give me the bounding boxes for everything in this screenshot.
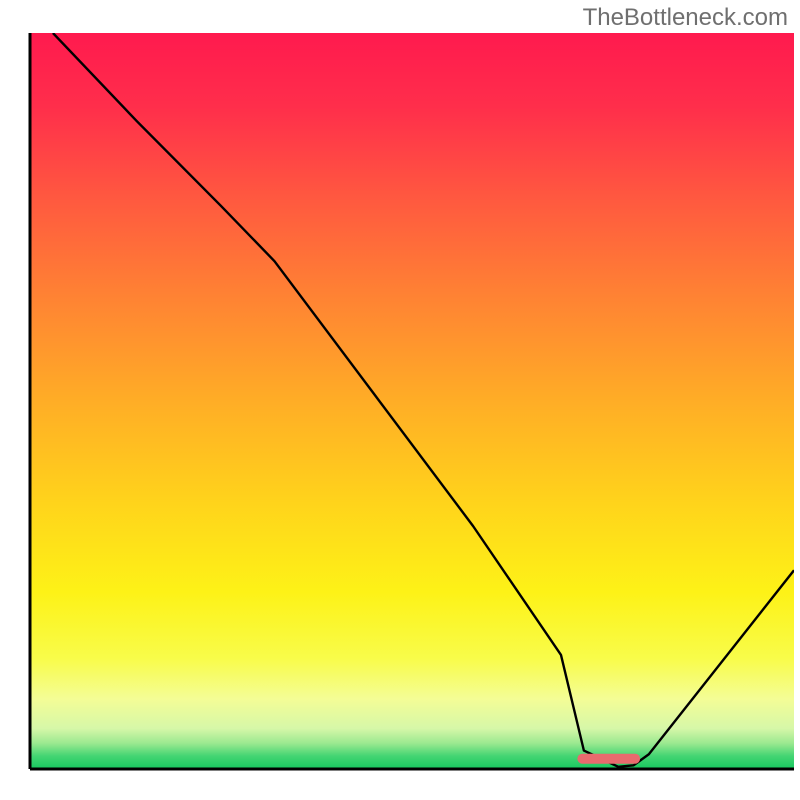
watermark-text: TheBottleneck.com — [583, 4, 788, 32]
plot-background-gradient — [30, 33, 794, 769]
chart-container: TheBottleneck.com — [0, 0, 800, 800]
bottleneck-chart — [0, 0, 800, 800]
